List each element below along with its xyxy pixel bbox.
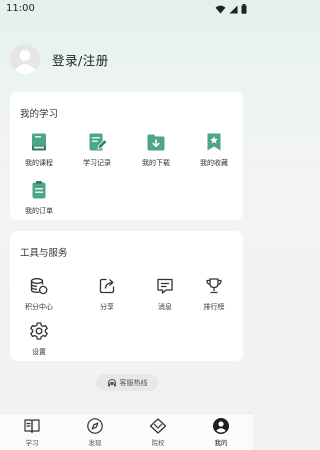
points-center-button[interactable]: 积分中心 xyxy=(10,276,68,312)
my-favorites-label: 我的收藏 xyxy=(200,159,228,167)
status-bar: 11:00 xyxy=(0,0,253,20)
my-downloads-button[interactable]: 我的下载 xyxy=(127,132,185,168)
study-record-button[interactable]: 学习记录 xyxy=(68,132,126,168)
my-downloads-label: 我的下载 xyxy=(142,159,170,167)
tab-study[interactable]: 学习 xyxy=(7,417,57,447)
leaderboard-button[interactable]: 排行榜 xyxy=(185,276,243,312)
default-avatar-icon xyxy=(10,44,40,74)
tab-schools[interactable]: 院校 xyxy=(133,417,183,447)
leaderboard-label: 排行榜 xyxy=(203,303,225,311)
status-time: 11:00 xyxy=(6,3,35,14)
points-center-label: 积分中心 xyxy=(25,303,53,311)
headset-icon xyxy=(107,378,116,386)
clipboard-icon xyxy=(32,181,46,199)
compass-icon xyxy=(87,418,103,434)
customer-service-hotline-button[interactable]: 客服热线 xyxy=(96,374,158,391)
my-courses-button[interactable]: 我的课程 xyxy=(10,132,68,168)
my-courses-label: 我的课程 xyxy=(25,159,53,167)
my-orders-label: 我的订单 xyxy=(25,207,53,215)
share-label: 分享 xyxy=(100,303,114,311)
bookmark-star-icon xyxy=(207,133,221,151)
login-register-link[interactable]: 登录/注册 xyxy=(52,50,109,69)
tools-services-card: 工具与服务 积分中心 分享 消息 排行榜 设置 xyxy=(10,231,243,361)
status-icons xyxy=(215,4,247,14)
profile-login[interactable]: 登录/注册 xyxy=(10,44,109,74)
share-icon xyxy=(99,278,115,294)
tab-study-label: 学习 xyxy=(25,439,39,447)
user-icon xyxy=(213,418,229,434)
avatar[interactable] xyxy=(10,44,40,74)
tools-services-title: 工具与服务 xyxy=(20,248,68,259)
coins-icon xyxy=(30,278,48,295)
my-study-card: 我的学习 我的课程 学习记录 我的下载 我的收藏 我的订单 xyxy=(10,92,243,220)
signal-icon xyxy=(229,4,238,14)
trophy-icon xyxy=(206,278,222,294)
tab-mine[interactable]: 我的 xyxy=(196,417,246,447)
share-button[interactable]: 分享 xyxy=(78,276,136,312)
wifi-icon xyxy=(215,5,226,14)
my-orders-button[interactable]: 我的订单 xyxy=(10,180,68,216)
message-icon xyxy=(157,278,173,294)
battery-icon xyxy=(241,4,247,14)
tab-schools-label: 院校 xyxy=(151,439,165,447)
book-icon xyxy=(32,133,46,151)
my-study-title: 我的学习 xyxy=(20,109,59,120)
notebook-pencil-icon xyxy=(89,133,107,151)
download-folder-icon xyxy=(147,134,165,151)
school-icon xyxy=(149,418,167,434)
tab-discover[interactable]: 发现 xyxy=(70,417,120,447)
tab-discover-label: 发现 xyxy=(88,439,102,447)
my-favorites-button[interactable]: 我的收藏 xyxy=(185,132,243,168)
study-record-label: 学习记录 xyxy=(83,159,111,167)
gear-icon xyxy=(30,322,48,340)
settings-button[interactable]: 设置 xyxy=(10,321,68,357)
customer-service-hotline-label: 客服热线 xyxy=(119,378,148,387)
settings-label: 设置 xyxy=(32,348,46,356)
tab-mine-label: 我的 xyxy=(214,439,228,447)
book-open-icon xyxy=(24,419,40,434)
bottom-tab-bar: 学习 发现 院校 我的 xyxy=(0,413,253,450)
